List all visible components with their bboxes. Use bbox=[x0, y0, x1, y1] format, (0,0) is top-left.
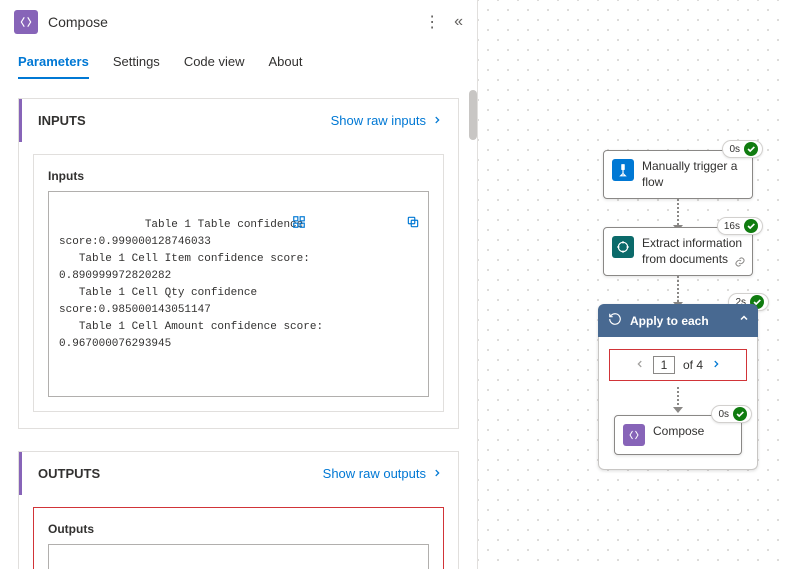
inputs-section-label: Inputs bbox=[48, 169, 429, 183]
show-raw-outputs-link[interactable]: Show raw outputs bbox=[323, 466, 442, 481]
trigger-icon bbox=[612, 159, 634, 181]
inputs-body: Inputs Table 1 Table confidence score:0.… bbox=[33, 154, 444, 412]
badge-duration: 16s bbox=[724, 221, 740, 232]
show-raw-inputs-label: Show raw inputs bbox=[331, 113, 426, 128]
node-trigger[interactable]: Manually trigger a flow 0s bbox=[603, 150, 753, 199]
node-extract-label: Extract information from documents bbox=[642, 236, 744, 267]
inputs-card: INPUTS Show raw inputs Inputs Table 1 Ta… bbox=[18, 98, 459, 429]
link-icon bbox=[734, 256, 746, 271]
foreach-label: Apply to each bbox=[630, 314, 709, 328]
status-badge: 16s bbox=[717, 217, 763, 235]
tab-settings[interactable]: Settings bbox=[113, 54, 160, 79]
show-raw-inputs-link[interactable]: Show raw inputs bbox=[331, 113, 442, 128]
panel-title: Compose bbox=[48, 14, 424, 30]
foreach-header[interactable]: Apply to each bbox=[598, 304, 758, 337]
prev-page-icon[interactable] bbox=[635, 358, 645, 372]
chevron-up-icon[interactable] bbox=[738, 312, 750, 327]
panel-scroll[interactable]: INPUTS Show raw inputs Inputs Table 1 Ta… bbox=[0, 80, 477, 569]
next-page-icon[interactable] bbox=[711, 358, 721, 372]
tab-bar: Parameters Settings Code view About bbox=[0, 44, 477, 80]
scrollbar-thumb[interactable] bbox=[469, 90, 477, 140]
grid-view-icon[interactable] bbox=[199, 198, 305, 253]
node-foreach[interactable]: 2s Apply to each of 4 bbox=[598, 304, 758, 470]
outputs-card-header: OUTPUTS Show raw outputs bbox=[19, 452, 458, 495]
compose-icon bbox=[14, 10, 38, 34]
status-badge: 0s bbox=[711, 405, 752, 423]
foreach-body: of 4 Compose 0s bbox=[598, 337, 758, 470]
collapse-icon[interactable]: « bbox=[454, 13, 463, 31]
page-input[interactable] bbox=[653, 356, 675, 374]
iteration-pager: of 4 bbox=[609, 349, 747, 381]
node-compose-label: Compose bbox=[653, 424, 704, 440]
compose-icon bbox=[623, 424, 645, 446]
node-extract[interactable]: Extract information from documents 16s bbox=[603, 227, 753, 276]
chevron-right-icon bbox=[432, 466, 442, 481]
grid-view-icon[interactable] bbox=[199, 551, 305, 569]
copy-icon[interactable] bbox=[314, 551, 420, 569]
chevron-right-icon bbox=[432, 113, 442, 128]
show-raw-outputs-label: Show raw outputs bbox=[323, 466, 426, 481]
status-badge: 0s bbox=[722, 140, 763, 158]
inputs-content-box: Table 1 Table confidence score:0.9990001… bbox=[48, 191, 429, 397]
outputs-section-label: Outputs bbox=[48, 522, 429, 536]
document-ai-icon bbox=[612, 236, 634, 258]
tab-parameters[interactable]: Parameters bbox=[18, 54, 89, 79]
success-check-icon bbox=[733, 407, 747, 421]
connector bbox=[677, 276, 679, 304]
outputs-body: Outputs Table 1 Table confidence score:0… bbox=[33, 507, 444, 569]
success-check-icon bbox=[744, 219, 758, 233]
outputs-content-box: Table 1 Table confidence score:0.9990001… bbox=[48, 544, 429, 569]
tab-codeview[interactable]: Code view bbox=[184, 54, 245, 79]
node-trigger-label: Manually trigger a flow bbox=[642, 159, 744, 190]
inputs-title: INPUTS bbox=[38, 113, 86, 128]
loop-icon bbox=[608, 312, 622, 329]
outputs-card: OUTPUTS Show raw outputs Outputs Table 1… bbox=[18, 451, 459, 569]
badge-duration: 0s bbox=[729, 144, 740, 155]
badge-duration: 0s bbox=[718, 409, 729, 420]
page-total: of 4 bbox=[683, 358, 703, 372]
node-compose[interactable]: Compose 0s bbox=[614, 415, 742, 455]
details-panel: Compose ⋮ « Parameters Settings Code vie… bbox=[0, 0, 478, 569]
tab-about[interactable]: About bbox=[269, 54, 303, 79]
copy-icon[interactable] bbox=[314, 198, 420, 253]
outputs-title: OUTPUTS bbox=[38, 466, 100, 481]
connector bbox=[677, 199, 679, 227]
flow-column: Manually trigger a flow 0s Extract infor… bbox=[598, 150, 758, 470]
more-icon[interactable]: ⋮ bbox=[424, 12, 440, 32]
panel-header: Compose ⋮ « bbox=[0, 0, 477, 44]
connector bbox=[677, 387, 679, 409]
flow-canvas[interactable]: Manually trigger a flow 0s Extract infor… bbox=[478, 0, 786, 569]
inputs-card-header: INPUTS Show raw inputs bbox=[19, 99, 458, 142]
success-check-icon bbox=[744, 142, 758, 156]
